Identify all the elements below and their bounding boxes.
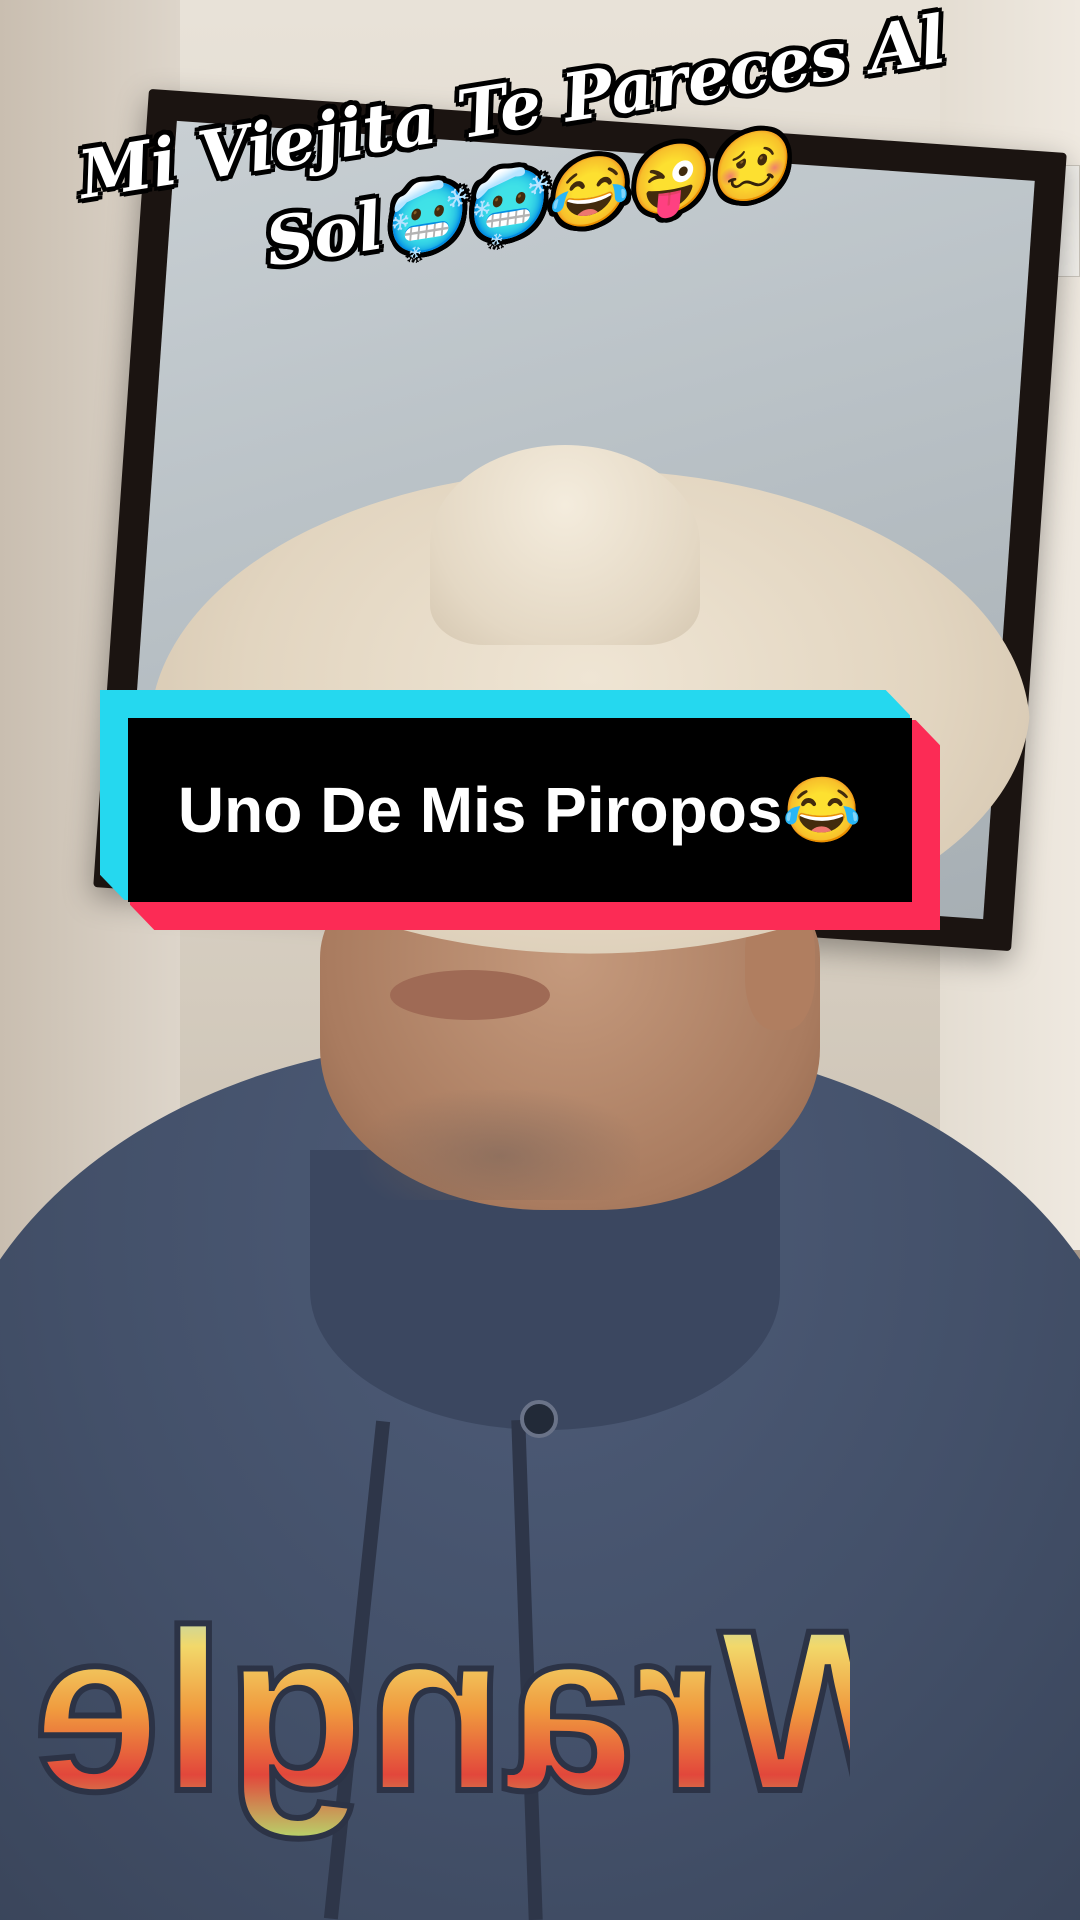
drawstring-eyelet — [520, 1400, 558, 1438]
video-frame: Wrangler Mi Viejita Te Pareces Al Sol🥶🥶😂… — [0, 0, 1080, 1920]
mouth — [390, 970, 550, 1020]
cowboy-hat-crown — [430, 445, 700, 645]
caption-banner: Uno De Mis Piropos😂 — [100, 690, 940, 930]
banner-box: Uno De Mis Piropos😂 — [128, 718, 912, 902]
hoodie-logo: Wrangler — [30, 1579, 850, 1842]
banner-text: Uno De Mis Piropos😂 — [177, 773, 863, 846]
hoodie-logo-text: Wrangler — [30, 1582, 850, 1839]
beard — [360, 1090, 640, 1200]
